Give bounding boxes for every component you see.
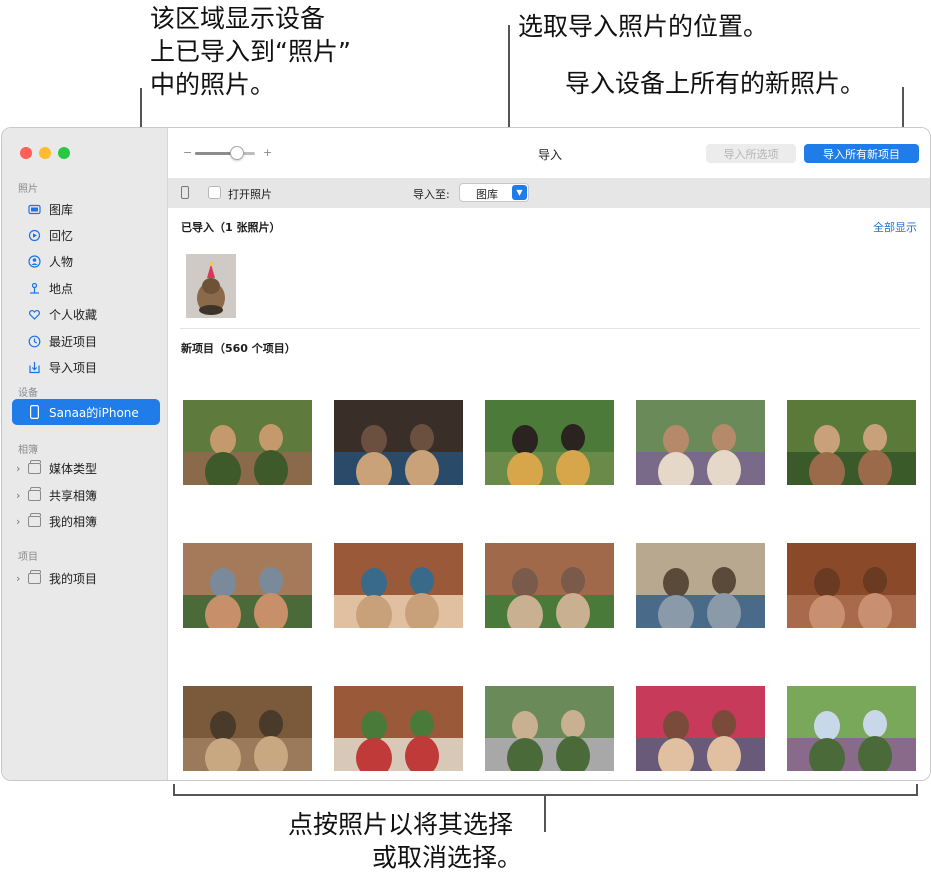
import-icon <box>28 361 41 374</box>
sidebar-group-shared-albums[interactable]: › 共享相簿 <box>16 485 97 505</box>
places-icon <box>28 282 41 295</box>
folder-icon <box>28 459 41 474</box>
import-to-label: 导入至: <box>413 188 450 201</box>
callout-line: 点按照片以将其选择 <box>288 810 514 839</box>
sidebar-item-label: 媒体类型 <box>49 461 98 476</box>
leader-line <box>544 794 546 832</box>
photo-thumbnail[interactable] <box>334 400 463 485</box>
sidebar-item-memories[interactable]: 回忆 <box>28 225 73 245</box>
minimize-button[interactable] <box>39 147 51 159</box>
photo-thumbnail[interactable] <box>787 686 916 771</box>
people-icon <box>28 254 41 268</box>
photo-thumbnail[interactable] <box>334 543 463 628</box>
callout-line: 或取消选择。 <box>372 843 523 872</box>
heart-icon <box>28 308 41 321</box>
sidebar-item-library[interactable]: 图库 <box>28 199 73 219</box>
new-items-section-title: 新项目（560 个项目） <box>181 342 296 355</box>
sidebar-item-label: 地点 <box>49 281 74 296</box>
sidebar-item-label: Sanaa的iPhone <box>49 405 139 420</box>
sidebar-item-label: 图库 <box>49 202 74 217</box>
chevron-right-icon[interactable]: › <box>16 572 26 585</box>
zoom-button[interactable] <box>58 147 70 159</box>
callout-imported-area: 该区域显示设备 上已导入到“照片” 中的照片。 <box>150 2 351 101</box>
leader-line <box>173 784 175 796</box>
chevron-right-icon[interactable]: › <box>16 462 26 475</box>
sidebar: 照片 图库 回忆 人物 地点 个人收藏 最近项目 导入项目 设备 Sanaa的i… <box>2 128 168 780</box>
zoom-out-icon[interactable]: − <box>183 146 192 159</box>
folder-icon <box>28 569 41 584</box>
chevron-right-icon[interactable]: › <box>16 515 26 528</box>
sidebar-group-my-albums[interactable]: › 我的相簿 <box>16 511 97 531</box>
sidebar-item-imports[interactable]: 导入项目 <box>28 357 97 377</box>
clock-icon <box>28 335 41 348</box>
chevron-right-icon[interactable]: › <box>16 489 26 502</box>
sidebar-item-label: 人物 <box>49 254 74 269</box>
zoom-slider[interactable] <box>195 152 255 155</box>
iphone-icon <box>181 186 189 199</box>
import-destination-value: 图库 <box>476 188 498 201</box>
library-icon <box>28 203 41 216</box>
photo-thumbnail[interactable] <box>183 543 312 628</box>
import-options-bar: 打开照片 导入至: 图库 ▼ <box>168 178 930 208</box>
memories-icon <box>28 229 41 242</box>
sidebar-item-label: 我的项目 <box>49 571 98 586</box>
photo-thumbnail[interactable] <box>636 543 765 628</box>
photo-thumbnail[interactable] <box>485 686 614 771</box>
section-divider <box>180 328 920 329</box>
leader-line <box>916 784 918 796</box>
close-button[interactable] <box>20 147 32 159</box>
import-destination-select[interactable]: 图库 ▼ <box>459 183 529 202</box>
imported-section-title: 已导入（1 张照片） <box>181 221 281 234</box>
folder-icon <box>28 486 41 501</box>
import-selected-button[interactable]: 导入所选项 <box>706 144 796 163</box>
photo-thumbnail[interactable] <box>485 400 614 485</box>
sidebar-group-media-types[interactable]: › 媒体类型 <box>16 458 97 478</box>
open-photos-label: 打开照片 <box>228 188 272 201</box>
zoom-in-icon[interactable]: + <box>263 146 272 159</box>
toolbar-title: 导入 <box>538 148 563 162</box>
photo-thumbnail[interactable] <box>636 400 765 485</box>
sidebar-item-places[interactable]: 地点 <box>28 278 73 298</box>
toolbar: − + 导入 导入所选项 导入所有新项目 <box>168 128 930 178</box>
show-all-link[interactable]: 全部显示 <box>873 219 917 235</box>
sidebar-section-header: 照片 <box>18 184 38 195</box>
sidebar-section-header: 相簿 <box>18 445 38 456</box>
import-pane: − + 导入 导入所选项 导入所有新项目 打开照片 导入至: 图库 ▼ 已导入（… <box>168 128 930 780</box>
sidebar-item-recents[interactable]: 最近项目 <box>28 331 97 351</box>
sidebar-item-favorites[interactable]: 个人收藏 <box>28 304 97 324</box>
callout-import-all: 导入设备上所有的新照片。 <box>565 69 866 98</box>
sidebar-item-device[interactable]: Sanaa的iPhone <box>12 399 160 425</box>
zoom-slider-knob[interactable] <box>230 146 244 160</box>
photo-thumbnail[interactable] <box>183 686 312 771</box>
callout-import-destination: 选取导入照片的位置。 <box>518 12 769 41</box>
callout-line: 中的照片。 <box>150 70 276 99</box>
iphone-icon <box>30 405 39 419</box>
photo-thumbnail[interactable] <box>787 400 916 485</box>
sidebar-group-my-projects[interactable]: › 我的项目 <box>16 568 97 588</box>
open-photos-checkbox[interactable] <box>208 186 221 199</box>
photo-thumbnail[interactable] <box>485 543 614 628</box>
sidebar-item-label: 我的相簿 <box>49 514 98 529</box>
sidebar-item-label: 导入项目 <box>49 360 98 375</box>
photos-window: 照片 图库 回忆 人物 地点 个人收藏 最近项目 导入项目 设备 Sanaa的i… <box>1 127 931 781</box>
sidebar-item-label: 共享相簿 <box>49 488 98 503</box>
callout-line: 该区域显示设备 <box>150 4 326 33</box>
sidebar-item-label: 最近项目 <box>49 334 98 349</box>
photo-thumbnail[interactable] <box>636 686 765 771</box>
photo-thumbnail[interactable] <box>787 543 916 628</box>
chevron-down-icon: ▼ <box>512 185 527 200</box>
photo-thumbnail[interactable] <box>334 686 463 771</box>
callout-select-photos: 点按照片以将其选择 或取消选择。 <box>288 808 522 874</box>
folder-icon <box>28 512 41 527</box>
sidebar-item-people[interactable]: 人物 <box>28 251 73 271</box>
import-all-new-button[interactable]: 导入所有新项目 <box>804 144 919 163</box>
callout-line: 上已导入到“照片” <box>150 37 351 66</box>
imported-photo-thumbnail[interactable] <box>186 254 236 318</box>
photo-thumbnail[interactable] <box>183 400 312 485</box>
sidebar-section-header: 项目 <box>18 552 38 563</box>
sidebar-item-label: 个人收藏 <box>49 307 98 322</box>
sidebar-item-label: 回忆 <box>49 228 74 243</box>
sidebar-section-header: 设备 <box>18 388 38 399</box>
